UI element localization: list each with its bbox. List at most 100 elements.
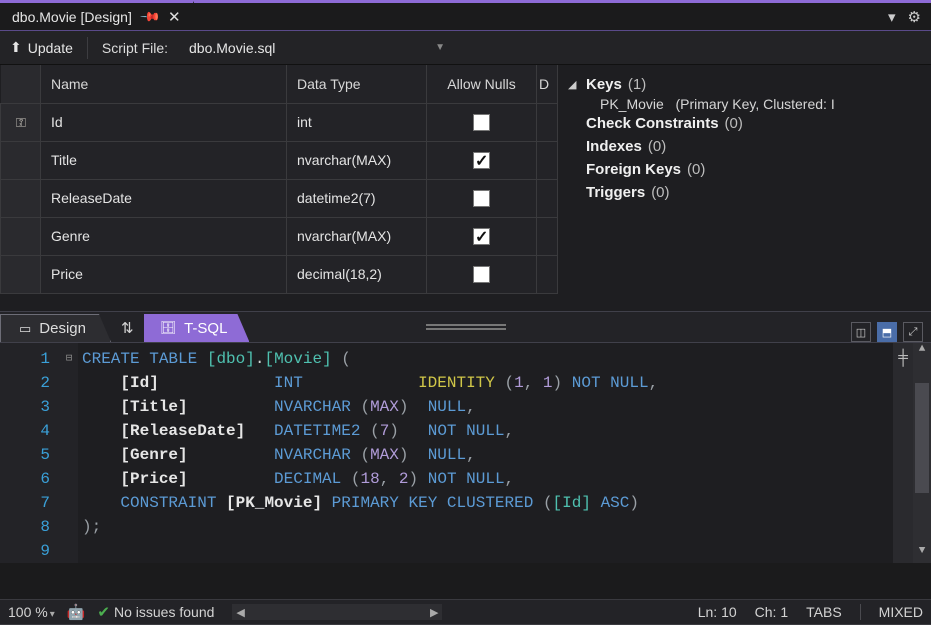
column-indicator[interactable]: Ch: 1 — [755, 604, 788, 620]
tree-count: (0) — [687, 161, 705, 178]
view-tabs: ▭ Design ⇅ 🗄 T-SQL ◫ ⬒ ⤢ — [0, 311, 931, 343]
divider — [87, 37, 88, 59]
status-bar: 100 %▾ 🤖 ✔No issues found ◀ ▶ Ln: 10 Ch:… — [0, 599, 931, 625]
cell-default[interactable] — [537, 179, 558, 217]
column-row: Price decimal(18,2) — [1, 255, 558, 293]
update-button[interactable]: ⬆ Update — [10, 39, 73, 56]
designer-toolbar: ⬆ Update Script File: dbo.Movie.sql ▼ — [0, 31, 931, 65]
zoom-level[interactable]: 100 %▾ — [8, 604, 55, 620]
row-header[interactable] — [1, 179, 41, 217]
tree-label: Check Constraints — [586, 115, 719, 132]
col-header-datatype[interactable]: Data Type — [287, 65, 427, 103]
cell-allownulls[interactable] — [427, 255, 537, 293]
split-vertical-button[interactable]: ◫ — [851, 322, 871, 342]
editor-split-column[interactable]: ╪ — [893, 343, 913, 563]
gear-icon[interactable]: ⚙ — [908, 8, 921, 26]
split-horizontal-button[interactable]: ⬒ — [877, 322, 897, 342]
indent-mode[interactable]: TABS — [806, 604, 842, 620]
primary-key-icon: ⚿ — [16, 115, 26, 131]
cell-type[interactable]: nvarchar(MAX) — [287, 217, 427, 255]
row-header[interactable] — [1, 217, 41, 255]
grid-corner — [1, 65, 41, 103]
copilot-icon[interactable]: 🤖 — [67, 603, 86, 621]
checkbox[interactable] — [473, 114, 490, 131]
line-endings[interactable]: MIXED — [879, 604, 923, 620]
column-row: ReleaseDate datetime2(7) — [1, 179, 558, 217]
cell-type[interactable]: datetime2(7) — [287, 179, 427, 217]
cell-default[interactable] — [537, 141, 558, 179]
code-area[interactable]: CREATE TABLE [dbo].[Movie] ( [Id] INT ID… — [78, 343, 893, 563]
checkbox-checked[interactable] — [473, 152, 490, 169]
cell-allownulls[interactable] — [427, 217, 537, 255]
cell-name[interactable]: Id — [41, 103, 287, 141]
tree-node-foreign-keys[interactable]: Foreign Keys (0) — [568, 158, 921, 181]
tree-label: Triggers — [586, 184, 645, 201]
tree-node-triggers[interactable]: Triggers (0) — [568, 181, 921, 204]
cell-allownulls[interactable] — [427, 141, 537, 179]
scriptfile-dropdown[interactable]: dbo.Movie.sql ▼ — [182, 37, 452, 59]
check-circle-icon: ✔ — [97, 604, 110, 621]
scriptfile-label: Script File: — [102, 40, 168, 56]
tree-label: Foreign Keys — [586, 161, 681, 178]
table-icon: ▭ — [19, 321, 31, 337]
tree-count: (1) — [628, 76, 646, 93]
cell-type[interactable]: nvarchar(MAX) — [287, 141, 427, 179]
fold-gutter[interactable]: ⊟ — [60, 343, 78, 563]
close-icon[interactable]: ✕ — [168, 8, 181, 26]
collapse-icon: ◢ — [568, 78, 580, 91]
horizontal-scrollbar[interactable]: ◀ ▶ — [232, 604, 442, 620]
cell-default[interactable] — [537, 217, 558, 255]
tree-node-keys[interactable]: ◢ Keys (1) — [568, 73, 921, 96]
checkbox[interactable] — [473, 190, 490, 207]
checkbox[interactable] — [473, 266, 490, 283]
scrollbar-thumb[interactable] — [915, 383, 929, 493]
row-header[interactable]: ⚿ — [1, 103, 41, 141]
cell-default[interactable] — [537, 255, 558, 293]
col-header-allownulls[interactable]: Allow Nulls — [427, 65, 537, 103]
upload-icon: ⬆ — [10, 39, 22, 56]
col-header-name[interactable]: Name — [41, 65, 287, 103]
designer-main: Name Data Type Allow Nulls D ⚿ Id int Ti… — [0, 65, 931, 311]
document-tab[interactable]: dbo.Movie [Design] 📌 ✕ — [0, 1, 194, 30]
issues-indicator[interactable]: ✔No issues found — [97, 603, 214, 621]
col-header-default[interactable]: D — [537, 65, 558, 103]
scriptfile-value: dbo.Movie.sql — [189, 40, 275, 56]
tab-tsql[interactable]: 🗄 T-SQL — [144, 314, 250, 342]
scroll-left-icon[interactable]: ◀ — [232, 606, 248, 619]
checkbox-checked[interactable] — [473, 228, 490, 245]
cell-type[interactable]: int — [287, 103, 427, 141]
tree-label: Keys — [586, 76, 622, 93]
scroll-right-icon[interactable]: ▶ — [426, 606, 442, 619]
scroll-up-icon[interactable]: ▲ — [913, 343, 931, 361]
cell-type[interactable]: decimal(18,2) — [287, 255, 427, 293]
tree-node-indexes[interactable]: Indexes (0) — [568, 135, 921, 158]
cell-name[interactable]: Title — [41, 141, 287, 179]
document-tabstrip: dbo.Movie [Design] 📌 ✕ ▾ ⚙ — [0, 0, 931, 30]
cell-name[interactable]: Genre — [41, 217, 287, 255]
tab-design[interactable]: ▭ Design — [0, 314, 111, 342]
tree-item-pk[interactable]: PK_Movie (Primary Key, Clustered: I — [568, 96, 921, 112]
column-row: Title nvarchar(MAX) — [1, 141, 558, 179]
splitter-handle[interactable] — [426, 324, 506, 330]
update-label: Update — [28, 40, 73, 56]
scroll-down-icon[interactable]: ▼ — [913, 545, 931, 563]
line-indicator[interactable]: Ln: 10 — [698, 604, 737, 620]
cell-allownulls[interactable] — [427, 103, 537, 141]
document-tab-title: dbo.Movie [Design] — [12, 9, 132, 25]
pin-icon[interactable]: 📌 — [139, 5, 162, 28]
column-row: Genre nvarchar(MAX) — [1, 217, 558, 255]
expand-button[interactable]: ⤢ — [903, 322, 923, 342]
swap-panes-button[interactable]: ⇅ — [111, 314, 144, 342]
cell-allownulls[interactable] — [427, 179, 537, 217]
cell-name[interactable]: ReleaseDate — [41, 179, 287, 217]
cell-name[interactable]: Price — [41, 255, 287, 293]
row-header[interactable] — [1, 255, 41, 293]
window-dropdown-icon[interactable]: ▾ — [888, 8, 896, 26]
sql-editor[interactable]: 123 456 789 ⊟ CREATE TABLE [dbo].[Movie]… — [0, 343, 931, 563]
columns-grid: Name Data Type Allow Nulls D ⚿ Id int Ti… — [0, 65, 558, 311]
tab-label: T-SQL — [184, 320, 227, 337]
tree-node-check-constraints[interactable]: Check Constraints (0) — [568, 112, 921, 135]
vertical-scrollbar[interactable]: ▲ ▼ — [913, 343, 931, 563]
row-header[interactable] — [1, 141, 41, 179]
cell-default[interactable] — [537, 103, 558, 141]
